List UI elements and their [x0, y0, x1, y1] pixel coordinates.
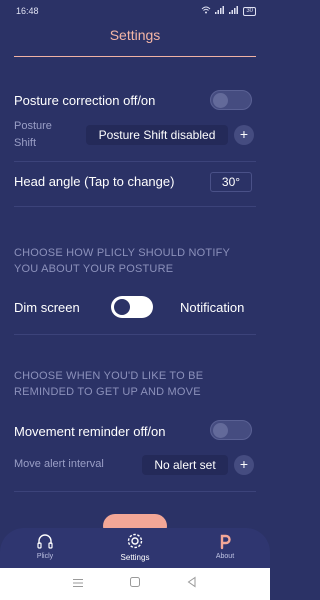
- p-logo-icon: [216, 532, 234, 550]
- menu-icon[interactable]: [72, 575, 84, 593]
- divider: [14, 491, 256, 492]
- status-icons: 30: [201, 6, 256, 16]
- toggle-knob: [213, 93, 228, 108]
- system-nav-bar: [0, 568, 270, 600]
- divider: [14, 161, 256, 162]
- headset-icon: [36, 532, 54, 550]
- signal-icon-2: [229, 6, 239, 16]
- wifi-icon: [201, 6, 211, 16]
- posture-correction-toggle[interactable]: [210, 90, 252, 110]
- battery-icon: 30: [243, 6, 256, 16]
- toggle-knob: [213, 423, 228, 438]
- home-icon[interactable]: [129, 575, 141, 593]
- nav-item-plicly[interactable]: Plicly: [10, 532, 80, 560]
- notify-mode-toggle[interactable]: [111, 296, 153, 318]
- move-alert-interval-label: Move alert interval: [14, 458, 104, 470]
- divider: [14, 334, 256, 335]
- notify-section-heading: CHOOSE HOW PLICLY SHOULD NOTIFY YOU ABOU…: [14, 247, 230, 275]
- header-divider: [14, 56, 256, 57]
- nav-label: Settings: [120, 553, 150, 562]
- nav-item-settings[interactable]: Settings: [100, 532, 170, 562]
- status-bar: 16:48 30: [0, 0, 270, 22]
- movement-reminder-label: Movement reminder off/on: [14, 424, 166, 439]
- head-angle-label[interactable]: Head angle (Tap to change): [14, 174, 174, 189]
- move-alert-add-button[interactable]: +: [234, 455, 254, 475]
- nav-label: About: [215, 553, 235, 560]
- divider: [14, 206, 256, 207]
- posture-shift-select[interactable]: Posture Shift disabled: [86, 125, 228, 145]
- head-angle-value[interactable]: 30°: [210, 172, 252, 192]
- nav-item-about[interactable]: About: [190, 532, 260, 560]
- signal-icon: [215, 6, 225, 16]
- movement-reminder-toggle[interactable]: [210, 420, 252, 440]
- page-title: Settings: [109, 27, 161, 43]
- toggle-knob: [114, 299, 130, 315]
- notification-label[interactable]: Notification: [180, 300, 244, 315]
- move-alert-interval-select[interactable]: No alert set: [142, 455, 228, 475]
- gear-icon: [126, 532, 144, 550]
- posture-shift-add-button[interactable]: +: [234, 125, 254, 145]
- back-icon[interactable]: [186, 575, 198, 593]
- reminder-section-heading: CHOOSE WHEN YOU'D LIKE TO BE REMINDED TO…: [14, 370, 204, 398]
- dim-screen-label[interactable]: Dim screen: [14, 300, 80, 315]
- status-time: 16:48: [16, 6, 39, 16]
- posture-shift-label: Posture Shift: [14, 120, 52, 149]
- posture-correction-label: Posture correction off/on: [14, 93, 156, 108]
- bottom-nav: Plicly Settings About: [0, 528, 270, 568]
- nav-label: Plicly: [36, 553, 54, 560]
